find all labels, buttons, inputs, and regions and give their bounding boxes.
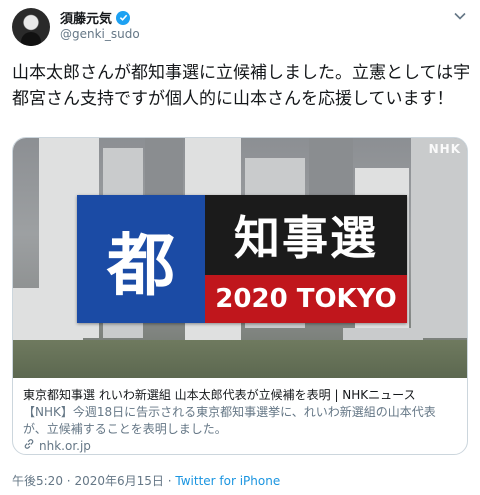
banner-kanji-left: 都 bbox=[77, 195, 205, 323]
meta-separator: · bbox=[167, 474, 172, 488]
card-domain-text[interactable]: nhk.or.jp bbox=[39, 439, 91, 453]
tweet-text: 山本太郎さんが都知事選に立候補しました。立憲としては宇都宮さん支持ですが個人的に… bbox=[12, 63, 471, 109]
link-icon bbox=[23, 438, 35, 453]
tweet-source[interactable]: Twitter for iPhone bbox=[175, 474, 280, 488]
election-banner: 都 知事選 2020 TOKYO bbox=[77, 195, 407, 323]
link-card[interactable]: NHK 都 知事選 2020 TOKYO 東京都知事選 れいわ新選組 山本太郎代… bbox=[12, 137, 468, 455]
banner-subtitle: 2020 TOKYO bbox=[205, 275, 407, 323]
tweet-date[interactable]: 2020年6月15日 bbox=[74, 474, 163, 488]
display-name-text[interactable]: 須藤元気 bbox=[60, 8, 112, 27]
chevron-down-icon[interactable] bbox=[452, 10, 468, 22]
avatar[interactable] bbox=[12, 8, 50, 46]
card-title[interactable]: 東京都知事選 れいわ新選組 山本太郎代表が立候補を表明 | NHKニュース bbox=[23, 386, 459, 403]
card-domain[interactable]: nhk.or.jp bbox=[23, 438, 91, 453]
tweet-meta: 午後5:20 · 2020年6月15日 · Twitter for iPhone bbox=[12, 472, 280, 489]
verified-badge-icon bbox=[116, 10, 131, 25]
card-image[interactable]: NHK 都 知事選 2020 TOKYO bbox=[13, 138, 467, 378]
tweet-time[interactable]: 午後5:20 bbox=[12, 474, 63, 488]
author-display-name[interactable]: 須藤元気 bbox=[60, 8, 131, 27]
nhk-watermark: NHK bbox=[428, 142, 461, 156]
author-handle[interactable]: @genki_sudo bbox=[60, 27, 140, 41]
card-description: 【NHK】今週18日に告示される東京都知事選挙に、れいわ新選組の山本代表が、立候… bbox=[23, 405, 436, 436]
meta-separator: · bbox=[66, 474, 71, 488]
banner-kanji-right: 知事選 bbox=[205, 195, 407, 275]
